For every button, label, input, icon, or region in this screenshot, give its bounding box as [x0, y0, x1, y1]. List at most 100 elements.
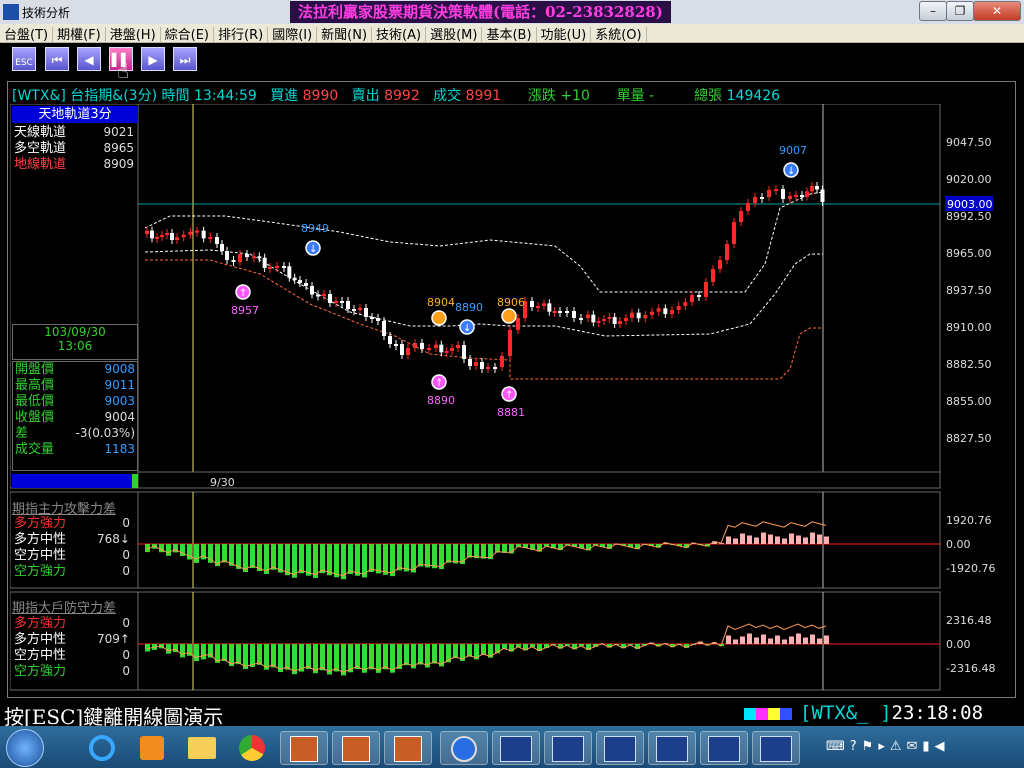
indicator-bar	[446, 544, 451, 563]
candle-body	[602, 319, 606, 321]
taskbar-app-window-3[interactable]	[384, 731, 432, 765]
taskbar-chart-window-4[interactable]	[648, 731, 696, 765]
maximize-button[interactable]: ❐	[946, 1, 974, 21]
indicator-bar	[299, 544, 304, 574]
candle-body	[298, 280, 302, 283]
indicator-bar	[803, 637, 808, 644]
ind1-row: 空方強力 0	[14, 564, 130, 579]
indicator-bar	[733, 538, 738, 544]
price-tick-label: 8937.50	[946, 284, 992, 297]
start-button[interactable]	[6, 729, 44, 767]
quote-bid-label: 買進	[270, 88, 299, 104]
candle-body	[536, 306, 540, 308]
indicator-bar	[467, 644, 472, 657]
candle-body	[774, 189, 778, 191]
indicator2-axis-ticks: 2316.48 0.00 -2316.48	[946, 614, 995, 675]
quote-time-label: 時間	[161, 88, 190, 104]
candle-body	[262, 257, 267, 268]
indicator1-curve	[146, 521, 827, 577]
indicator-bar	[383, 644, 388, 670]
candle-body	[704, 282, 708, 297]
indicator2-title: 期指大戶防守力差	[12, 601, 117, 616]
signal-marker-label: 8949	[301, 222, 329, 235]
stat-row: 成交量 1183	[15, 442, 135, 457]
minimize-button[interactable]: –	[919, 1, 947, 21]
indicator-bar	[740, 533, 745, 544]
indicator-bar	[726, 536, 731, 544]
candle-body	[155, 237, 159, 239]
indicator-bar	[453, 544, 458, 564]
candle-body	[358, 308, 362, 310]
stat-row: 開盤價 9008	[15, 362, 135, 377]
candle-body	[572, 311, 576, 318]
candle-body	[195, 230, 199, 233]
indicator-bar	[810, 532, 815, 544]
candle-body	[434, 344, 438, 348]
taskbar-chrome-icon[interactable]	[228, 731, 276, 765]
indicator-bar	[418, 644, 423, 665]
candle-body	[406, 348, 410, 355]
indicator-bar	[376, 544, 381, 574]
candle-body	[643, 315, 648, 319]
taskbar-chart-window-1[interactable]	[492, 731, 540, 765]
track-values: 天線軌道 9021 多空軌道 8965 地線軌道 8909	[14, 125, 134, 173]
system-tray-icons[interactable]: ⌨?⚑▸⚠✉▮◀	[826, 739, 950, 754]
step-forward-button[interactable]: ▶	[141, 47, 165, 71]
close-button[interactable]: ✕	[973, 1, 1021, 21]
step-back-button[interactable]: ◀	[77, 47, 101, 71]
skip-first-button[interactable]: ⏮	[45, 47, 69, 71]
taskbar-chart-window-6[interactable]	[752, 731, 800, 765]
indicator-bar	[306, 544, 311, 576]
price-tick-label: 8827.50	[946, 432, 992, 445]
candle-body	[624, 318, 628, 321]
bar-date: 103/09/30	[44, 325, 106, 339]
candle-body	[322, 294, 326, 296]
indicator-bar	[467, 544, 472, 558]
indicator-bar	[334, 644, 339, 672]
indicator-bar	[432, 544, 437, 569]
indicator-bar	[320, 644, 325, 671]
candle-body	[746, 203, 750, 211]
candle-body	[450, 348, 454, 351]
track-row: 多空軌道 8965	[14, 141, 134, 156]
candle-body	[739, 211, 743, 222]
progress-fill	[132, 474, 138, 488]
taskbar-chart-window-3[interactable]	[596, 731, 644, 765]
ind1-row: 多方中性 768↓	[14, 532, 130, 547]
candle-body	[420, 343, 424, 349]
indicator-bar	[824, 536, 829, 544]
indicator-bar	[257, 644, 262, 665]
indicator-bar	[348, 544, 353, 575]
price-axis-ticks: 9047.50 9020.00 8992.50 8965.00 8937.50 8910.…	[946, 136, 992, 445]
taskbar-app-window-2[interactable]	[332, 731, 380, 765]
candle-body	[820, 189, 825, 202]
quote-change: +10	[560, 88, 590, 104]
taskbar-chart-window-2[interactable]	[544, 731, 592, 765]
promo-banner: 法拉利贏家股票期貨決策軟體(電話：02-23832828)	[290, 1, 671, 23]
candle-body	[215, 237, 219, 244]
indicator-bar	[369, 544, 374, 572]
indicator-bar	[355, 544, 360, 576]
candle-body	[220, 244, 224, 251]
candle-body	[676, 306, 681, 310]
indicator-bar	[789, 533, 794, 544]
indicator-bar	[341, 644, 346, 676]
taskbar-folder-icon[interactable]	[178, 731, 226, 765]
candle-body	[508, 330, 512, 356]
taskbar-app-window-1[interactable]	[280, 731, 328, 765]
signal-marker-label: 8881	[497, 406, 525, 419]
candle-body	[275, 266, 279, 268]
candle-body	[201, 230, 206, 239]
taskbar-ferrari-icon[interactable]	[440, 731, 488, 765]
candle-body	[815, 186, 819, 190]
candle-body	[670, 310, 674, 314]
esc-button[interactable]: ESC	[12, 47, 36, 71]
quote-change-label: 漲跌	[527, 88, 556, 104]
indicator-bar	[747, 535, 752, 544]
skip-last-button[interactable]: ⏭	[173, 47, 197, 71]
taskbar-ie-icon[interactable]	[78, 731, 126, 765]
candle-body	[542, 303, 546, 306]
signal-marker-label: 8890	[427, 394, 455, 407]
taskbar-chart-window-5[interactable]	[700, 731, 748, 765]
taskbar-media-icon[interactable]	[128, 731, 176, 765]
